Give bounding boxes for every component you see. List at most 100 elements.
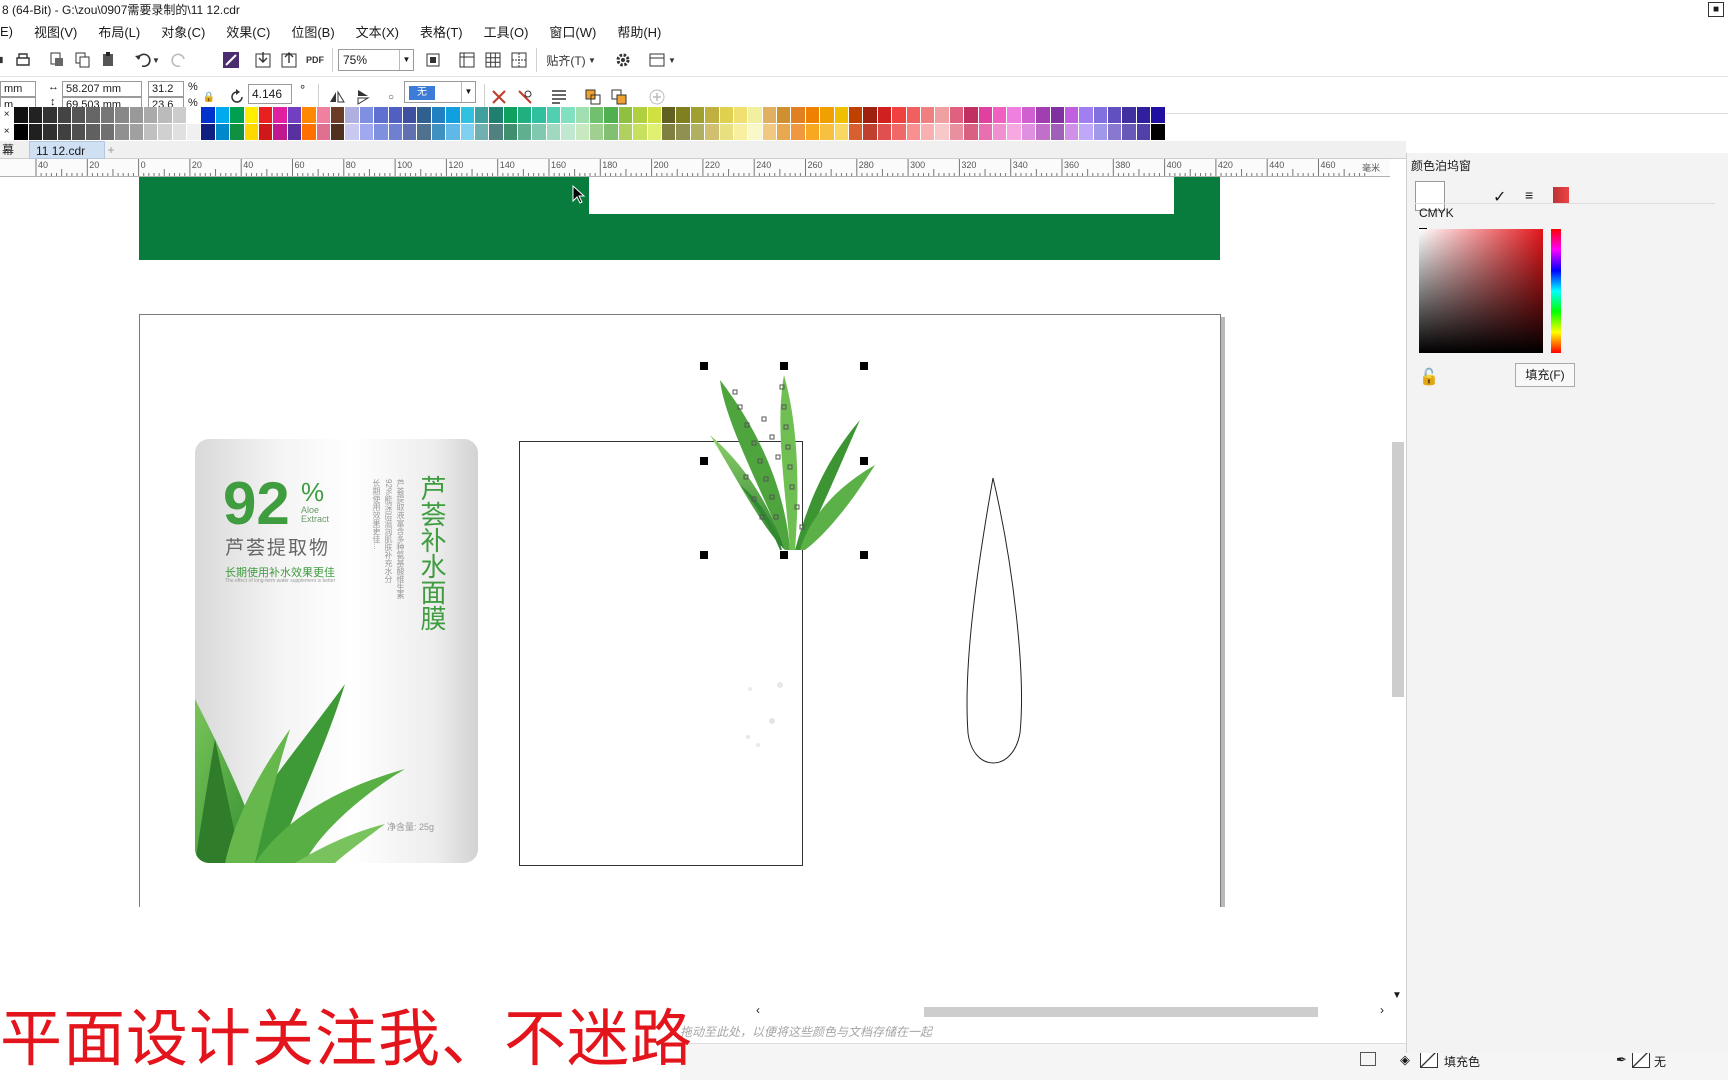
palette-bottom-swatch[interactable] [374,124,389,140]
snap-dropdown-icon[interactable]: ▼ [586,49,598,71]
palette-bottom-swatch[interactable] [57,124,72,140]
palette-top-swatch[interactable] [503,107,519,123]
palette-bottom-swatch[interactable] [1050,124,1065,140]
menu-window[interactable]: 窗口(W) [539,22,607,41]
palette-bottom-swatch[interactable] [676,124,691,140]
palette-bottom-swatch[interactable] [100,124,116,140]
palette-top-swatch[interactable] [1093,107,1109,123]
palette-top-swatch[interactable] [849,107,864,123]
scroll-down-icon[interactable]: ▼ [1392,990,1402,1001]
launcher-dropdown-icon[interactable]: ▼ [666,49,678,71]
zoom-level-combo[interactable]: 75% ▼ [338,49,414,71]
palette-bottom-swatch[interactable] [1151,124,1166,140]
mask-package[interactable]: 92 % Aloe Extract 芦荟提取物 长期使用补水效果更佳 The e… [195,439,478,863]
eyedropper-icon[interactable]: ✓ [1493,187,1506,207]
palette-top-swatch[interactable] [791,107,806,123]
break-apart-icon[interactable] [488,86,510,108]
palette-bottom-swatch[interactable] [129,124,144,140]
palette-top-swatch[interactable] [618,107,634,123]
color-field[interactable] [1419,229,1543,353]
palette-top-swatch[interactable] [86,107,101,123]
scroll-right-icon[interactable]: › [1380,1003,1384,1017]
palette-bottom-swatch[interactable] [1036,124,1051,140]
palette-bottom-swatch[interactable] [532,124,547,140]
menu-help[interactable]: 帮助(H) [607,22,672,41]
palette-bottom-swatch[interactable] [546,124,562,140]
palette-bottom-swatch[interactable] [892,124,907,140]
palette-bottom-swatch[interactable] [359,124,375,140]
palette-bottom-swatch[interactable] [172,124,188,140]
palette-bottom-swatch[interactable] [921,124,936,140]
palette-bottom-swatch[interactable] [330,124,346,140]
selection-handle-right[interactable] [860,457,868,465]
leaf-outline-path[interactable] [958,473,1038,773]
palette-bottom-swatch[interactable] [28,124,44,140]
palette-bottom-swatch[interactable] [259,124,274,140]
palette-bottom-swatch[interactable] [316,124,331,140]
palette-top-swatch[interactable] [115,107,130,123]
palette-bottom-swatch[interactable] [345,124,360,140]
palette-bottom-swatch[interactable] [1108,124,1123,140]
palette-top-swatch[interactable] [762,107,778,123]
user-icon[interactable]: ■ [1708,2,1724,17]
palette-top-swatch[interactable] [834,107,850,123]
palette-top-swatch[interactable] [518,107,533,123]
palette-bottom-swatch[interactable] [791,124,806,140]
document-info-icon[interactable] [1360,1052,1376,1066]
palette-bottom-swatch[interactable] [1079,124,1094,140]
palette-top-swatch[interactable] [532,107,547,123]
fill-button[interactable]: 填充(F) [1515,363,1575,387]
chevron-down-icon[interactable]: ▼ [399,50,413,70]
outline-pen-icon[interactable]: ✒ [1616,1052,1627,1068]
palette-top-swatch[interactable] [172,107,188,123]
palette-bottom-swatch[interactable] [978,124,993,140]
palette-top-swatch[interactable] [1108,107,1123,123]
selection-handle-bottom-left[interactable] [700,551,708,559]
palette-bottom-swatch[interactable] [647,124,662,140]
palette-top-swatch[interactable] [1136,107,1152,123]
palette-top-swatch[interactable] [1050,107,1065,123]
palette-top-swatch[interactable] [964,107,979,123]
palette-bottom-swatch[interactable] [805,124,821,140]
palette-top-swatch[interactable] [733,107,749,123]
palette-bottom-swatch[interactable] [287,124,303,140]
scale-x-field[interactable]: 31.2 [148,81,184,97]
palette-bottom-swatch[interactable] [575,124,591,140]
palette-top-swatch[interactable] [590,107,605,123]
palette-top-swatch[interactable] [43,107,58,123]
palette-top-swatch[interactable] [287,107,303,123]
palette-top-swatch[interactable] [978,107,993,123]
white-strip-shape[interactable] [589,177,1174,214]
palette-bottom-swatch[interactable] [201,124,216,140]
palette-top-swatch[interactable] [129,107,144,123]
aloe-clip-object[interactable] [700,365,880,565]
palette-bottom-swatch[interactable] [618,124,634,140]
search-content-icon[interactable] [220,49,242,71]
selection-handle-top-right[interactable] [860,362,868,370]
palette-top-swatch[interactable] [431,107,447,123]
tab-active-document[interactable]: 11 12.cdr [29,141,105,159]
menu-object[interactable]: 对象(C) [151,22,216,41]
palette-bottom-swatch[interactable] [1136,124,1152,140]
vertical-scroll-thumb[interactable] [1392,442,1404,697]
palette-bottom-swatch[interactable] [1007,124,1022,140]
rotate-icon[interactable] [226,86,248,108]
palette-bottom-swatch[interactable] [187,124,202,140]
palette-bottom-swatch[interactable] [863,124,878,140]
palette-bottom-swatch[interactable] [762,124,778,140]
palette-top-swatch[interactable] [892,107,907,123]
horizontal-ruler[interactable]: 40 20 0 20 40 60 80 100 120 140 160 180 200 220 240 260… [0,159,1390,177]
lock-ratio-icon[interactable]: 🔒 [202,86,216,108]
x-position-field[interactable]: mm [0,81,36,97]
palette-bottom-swatch[interactable] [230,124,245,140]
selection-handle-top-left[interactable] [700,362,708,370]
menu-effects[interactable]: 效果(C) [216,22,281,41]
object-width-field[interactable]: 58.207 mm [62,81,142,97]
palette-bottom-swatch[interactable] [71,124,87,140]
save-icon[interactable] [0,49,8,71]
trim-icon[interactable] [608,86,630,108]
palette-bottom-swatch[interactable] [733,124,749,140]
palette-bottom-swatch[interactable] [777,124,792,140]
palette-top-swatch[interactable] [748,107,763,123]
redo-icon[interactable] [168,49,190,71]
